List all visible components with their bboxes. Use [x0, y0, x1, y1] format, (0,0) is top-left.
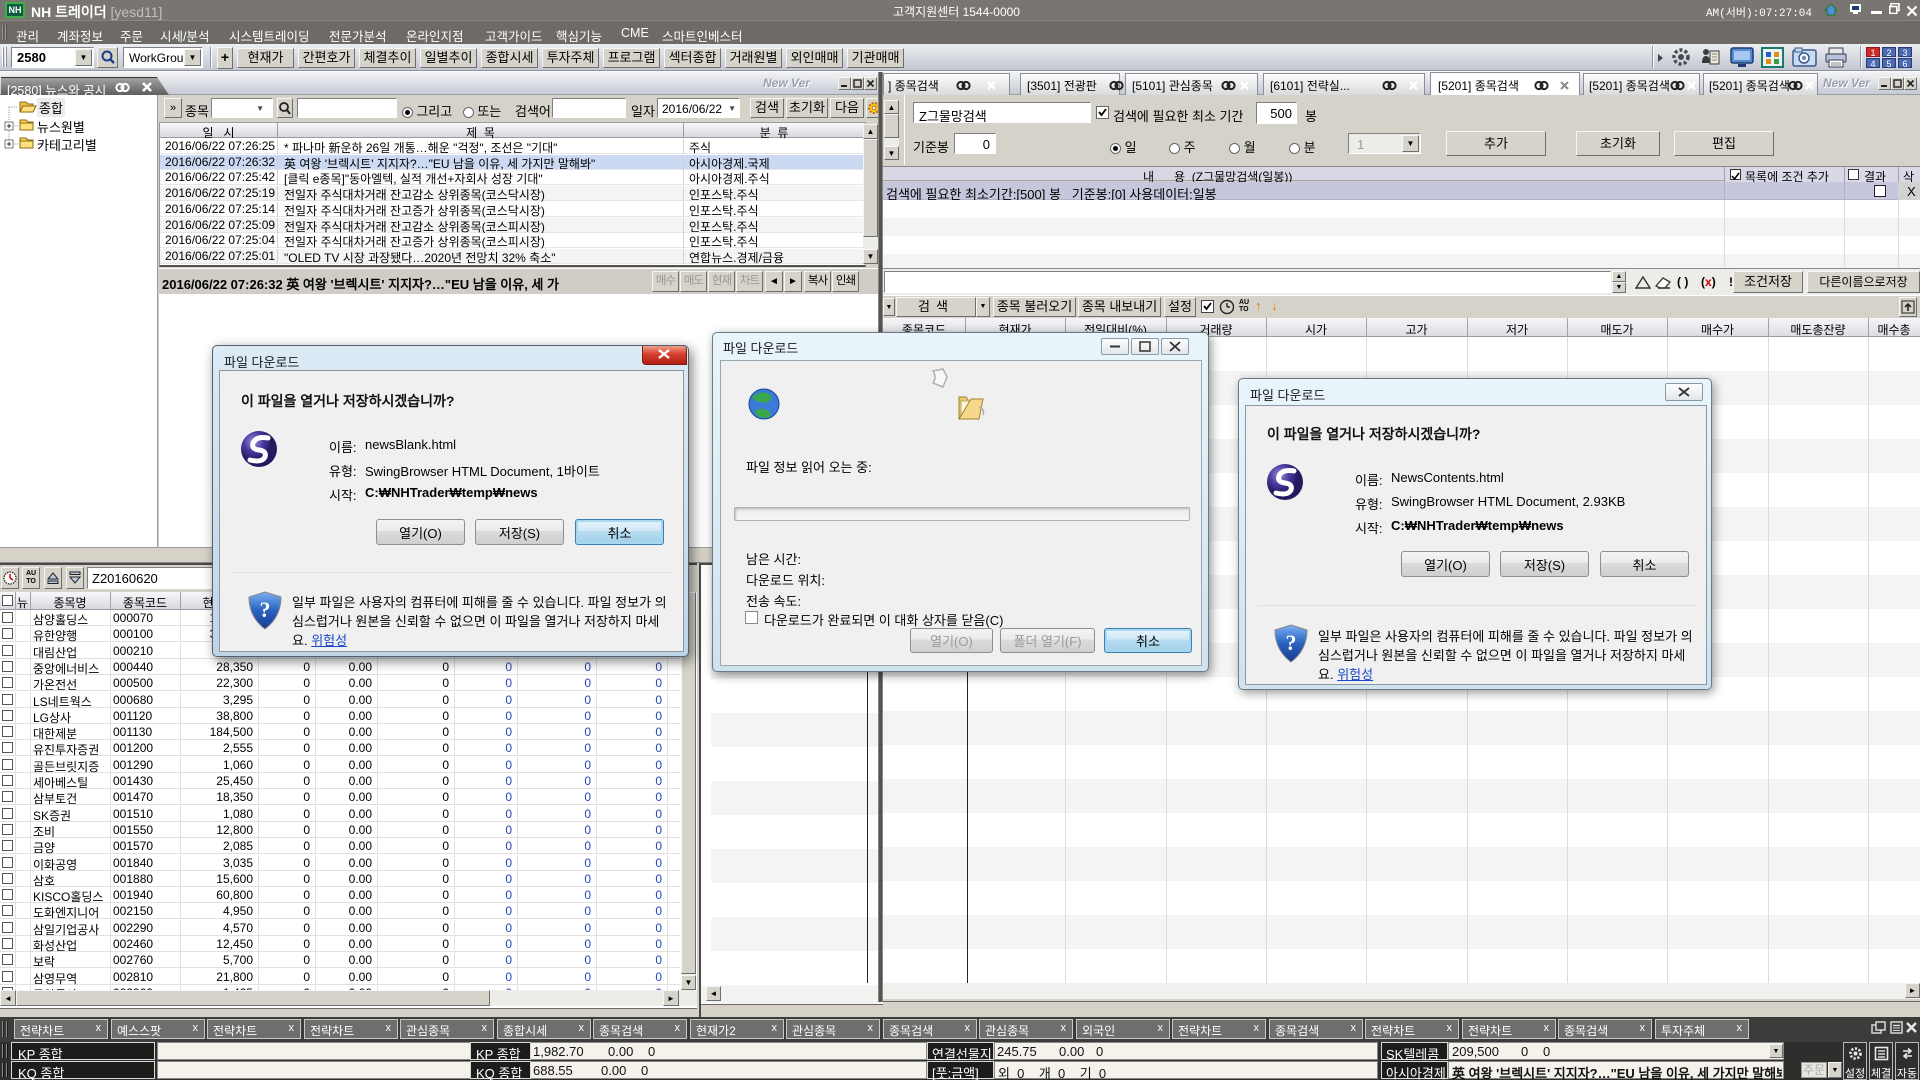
svg-text:?: ? — [1286, 630, 1297, 655]
svg-text:?: ? — [260, 597, 271, 622]
